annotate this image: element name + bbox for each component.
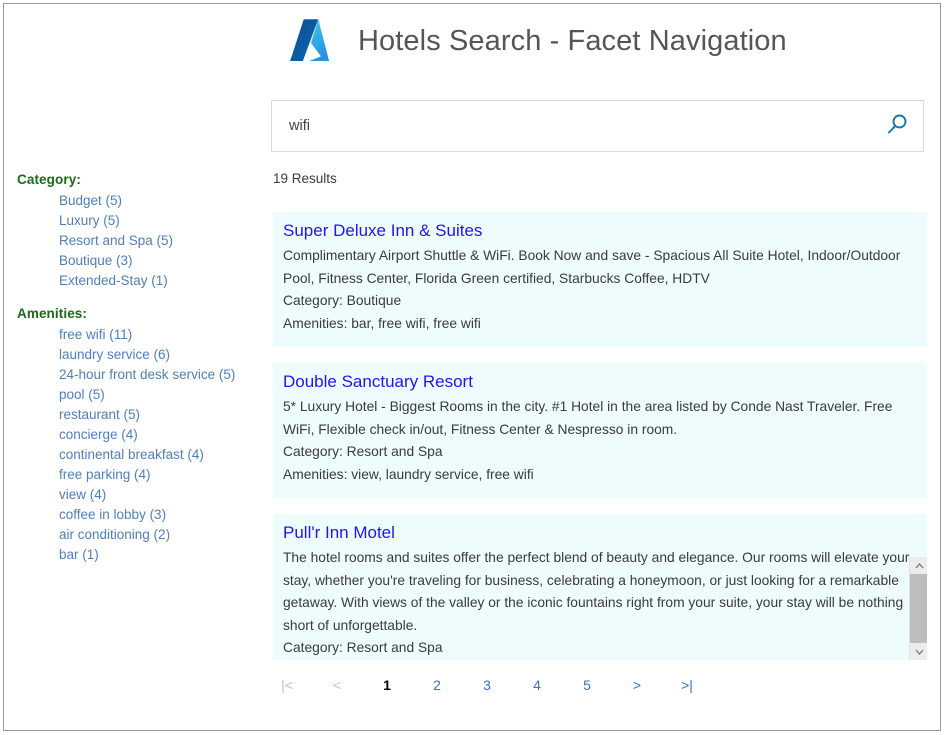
facet-group-category: Category: Budget (5) Luxury (5) Resort a… <box>17 172 257 291</box>
pagination-page-3[interactable]: 3 <box>476 677 498 693</box>
scrollbar-thumb[interactable] <box>910 574 927 643</box>
main-content: Hotels Search - Facet Navigation 19 Resu… <box>266 4 940 730</box>
pagination-page-4[interactable]: 4 <box>526 677 548 693</box>
list-item: 24-hour front desk service (5) <box>59 365 262 385</box>
result-amenities: Amenities: view, pool, free wifi <box>283 660 913 661</box>
result-description: 5* Luxury Hotel - Biggest Rooms in the c… <box>283 396 913 441</box>
result-description: The hotel rooms and suites offer the per… <box>283 547 913 637</box>
page-title: Hotels Search - Facet Navigation <box>358 25 787 58</box>
pagination-prev[interactable]: < <box>326 677 348 693</box>
list-item: free parking (4) <box>59 465 262 485</box>
facet-item-24-hour-front-desk-service[interactable]: 24-hour front desk service (5) <box>59 367 235 382</box>
facet-item-extended-stay[interactable]: Extended-Stay (1) <box>59 273 168 288</box>
result-category: Category: Resort and Spa <box>283 637 913 660</box>
results-list: Super Deluxe Inn & Suites Complimentary … <box>273 212 927 660</box>
chevron-down-icon[interactable] <box>910 643 927 660</box>
list-item: view (4) <box>59 485 262 505</box>
azure-logo-icon <box>282 12 340 70</box>
facet-item-bar[interactable]: bar (1) <box>59 547 99 562</box>
list-item: Luxury (5) <box>59 211 257 231</box>
list-item: coffee in lobby (3) <box>59 505 262 525</box>
chevron-up-icon[interactable] <box>910 557 927 574</box>
facet-list-category: Budget (5) Luxury (5) Resort and Spa (5)… <box>17 191 257 291</box>
facet-item-restaurant[interactable]: restaurant (5) <box>59 407 140 422</box>
facet-group-amenities: Amenities: free wifi (11) laundry servic… <box>17 306 262 565</box>
result-amenities: Amenities: bar, free wifi, free wifi <box>283 313 913 336</box>
result-card[interactable]: Super Deluxe Inn & Suites Complimentary … <box>273 212 927 347</box>
search-button[interactable] <box>871 101 923 151</box>
facet-item-air-conditioning[interactable]: air conditioning (2) <box>59 527 170 542</box>
pagination-page-5[interactable]: 5 <box>576 677 598 693</box>
search-bar <box>271 100 924 152</box>
facet-item-luxury[interactable]: Luxury (5) <box>59 213 120 228</box>
facet-heading-category: Category: <box>17 172 257 187</box>
facet-heading-amenities: Amenities: <box>17 306 262 321</box>
list-item: air conditioning (2) <box>59 525 262 545</box>
pagination: |< < 1 2 3 4 5 > >| <box>266 677 926 693</box>
result-title-link[interactable]: Double Sanctuary Resort <box>283 372 473 392</box>
result-category: Category: Resort and Spa <box>283 441 913 464</box>
list-item: continental breakfast (4) <box>59 445 262 465</box>
search-icon <box>884 112 910 141</box>
facet-item-budget[interactable]: Budget (5) <box>59 193 122 208</box>
facet-item-view[interactable]: view (4) <box>59 487 106 502</box>
facet-item-concierge[interactable]: concierge (4) <box>59 427 138 442</box>
facet-item-resort-and-spa[interactable]: Resort and Spa (5) <box>59 233 173 248</box>
list-item: Resort and Spa (5) <box>59 231 257 251</box>
list-item: laundry service (6) <box>59 345 262 365</box>
list-item: free wifi (11) <box>59 325 262 345</box>
result-title-link[interactable]: Pull'r Inn Motel <box>283 523 395 543</box>
facet-item-laundry-service[interactable]: laundry service (6) <box>59 347 170 362</box>
list-item: restaurant (5) <box>59 405 262 425</box>
result-title-link[interactable]: Super Deluxe Inn & Suites <box>283 221 482 241</box>
facet-sidebar: Category: Budget (5) Luxury (5) Resort a… <box>4 4 266 730</box>
list-item: Budget (5) <box>59 191 257 211</box>
facet-item-pool[interactable]: pool (5) <box>59 387 105 402</box>
facet-list-amenities: free wifi (11) laundry service (6) 24-ho… <box>17 325 262 565</box>
results-scrollbar[interactable] <box>909 557 927 660</box>
app-header: Hotels Search - Facet Navigation <box>266 12 787 70</box>
search-input[interactable] <box>272 101 871 151</box>
list-item: bar (1) <box>59 545 262 565</box>
result-card[interactable]: Double Sanctuary Resort 5* Luxury Hotel … <box>273 363 927 498</box>
facet-item-coffee-in-lobby[interactable]: coffee in lobby (3) <box>59 507 166 522</box>
list-item: Extended-Stay (1) <box>59 271 257 291</box>
app-window: Category: Budget (5) Luxury (5) Resort a… <box>3 3 941 731</box>
facet-item-free-parking[interactable]: free parking (4) <box>59 467 151 482</box>
results-count: 19 Results <box>273 171 337 186</box>
pagination-next[interactable]: > <box>626 677 648 693</box>
result-category: Category: Boutique <box>283 290 913 313</box>
pagination-first[interactable]: |< <box>276 677 298 693</box>
list-item: concierge (4) <box>59 425 262 445</box>
result-card[interactable]: Pull'r Inn Motel The hotel rooms and sui… <box>273 514 927 660</box>
result-amenities: Amenities: view, laundry service, free w… <box>283 464 913 487</box>
pagination-last[interactable]: >| <box>676 677 698 693</box>
list-item: Boutique (3) <box>59 251 257 271</box>
facet-item-free-wifi[interactable]: free wifi (11) <box>59 327 132 342</box>
list-item: pool (5) <box>59 385 262 405</box>
facet-item-boutique[interactable]: Boutique (3) <box>59 253 133 268</box>
facet-item-continental-breakfast[interactable]: continental breakfast (4) <box>59 447 204 462</box>
pagination-page-1[interactable]: 1 <box>376 677 398 693</box>
pagination-page-2[interactable]: 2 <box>426 677 448 693</box>
result-description: Complimentary Airport Shuttle & WiFi. Bo… <box>283 245 913 290</box>
